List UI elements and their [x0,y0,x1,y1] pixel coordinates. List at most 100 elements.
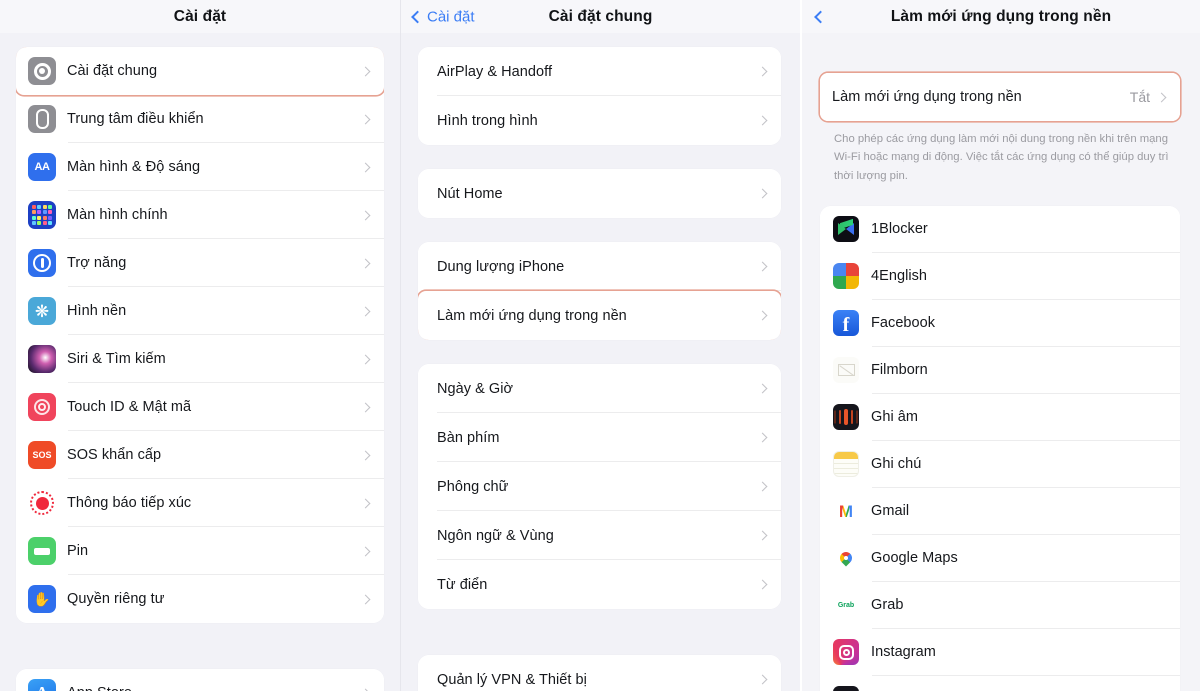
chevron-right-icon [360,450,371,460]
settings-row-label: App Store [67,685,362,691]
chevron-right-icon [360,594,371,604]
general-row-label: Nút Home [437,185,503,202]
back-button[interactable] [814,10,827,23]
general-row-label: Từ điển [437,576,488,593]
page-title: Làm mới ứng dụng trong nền [890,7,1112,25]
background-refresh-toggle-row[interactable]: Làm mới ứng dụng trong nền Tắt [820,73,1180,121]
general-row-background-app-refresh[interactable]: Làm mới ứng dụng trong nền [418,291,781,340]
notes-icon [833,451,859,478]
settings-row-home-screen[interactable]: Màn hình chính [16,191,384,239]
general-row-vpn-device-management[interactable]: Quản lý VPN & Thiết bị [418,655,781,691]
chevron-right-icon [757,432,768,443]
general-scroll-area[interactable]: AirPlay & Handoff Hình trong hình Nút Ho… [401,33,800,691]
chevron-right-icon [757,481,768,492]
settings-row-app-store[interactable]: App Store [16,669,384,691]
app-row-notes[interactable]: Ghi chú [820,440,1180,488]
settings-row-sos[interactable]: SOS SOS khẩn cấp [16,431,384,479]
settings-row-label: Cài đặt chung [67,63,158,79]
app-row-gmail[interactable]: Gmail [820,487,1180,535]
app-row-label: Ghi âm [871,409,919,426]
settings-pane: Cài đặt Cài đặt chung Trung tâm điều khi… [0,0,400,691]
app-row-label: Facebook [871,315,936,332]
general-row-label: Quản lý VPN & Thiết bị [437,671,587,688]
settings-row-accessibility[interactable]: Trợ năng [16,239,384,287]
google-maps-icon [833,545,859,572]
general-row-language-region[interactable]: Ngôn ngữ & Vùng [418,511,781,560]
general-navbar: Cài đặt Cài đặt chung [401,0,800,33]
app-row-instagram[interactable]: Instagram [820,628,1180,676]
settings-row-touch-id[interactable]: Touch ID & Mật mã [16,383,384,431]
wallpaper-icon [28,297,56,325]
facebook-icon [833,310,859,337]
settings-row-control-center[interactable]: Trung tâm điều khiển [16,95,384,143]
general-row-picture-in-picture[interactable]: Hình trong hình [418,96,781,145]
app-row-label: 1Blocker [871,221,928,238]
app-row-grab[interactable]: Grab Grab [820,581,1180,629]
app-row-filmborn[interactable]: Filmborn [820,346,1180,394]
general-row-iphone-storage[interactable]: Dung lượng iPhone [418,242,781,291]
settings-row-wallpaper[interactable]: Hình nền [16,287,384,335]
gear-icon [28,57,56,85]
chevron-right-icon [360,162,371,172]
app-row-partial[interactable] [820,675,1180,691]
general-row-fonts[interactable]: Phông chữ [418,462,781,511]
4english-icon [833,263,859,290]
voice-memos-icon [833,404,859,431]
app-row-facebook[interactable]: Facebook [820,299,1180,347]
settings-scroll-area[interactable]: Cài đặt chung Trung tâm điều khiển AA Mà… [0,33,400,691]
app-row-voice-memos[interactable]: Ghi âm [820,393,1180,441]
chevron-right-icon [1156,92,1167,102]
general-row-keyboard[interactable]: Bàn phím [418,413,781,462]
general-row-date-time[interactable]: Ngày & Giờ [418,364,781,413]
page-title: Cài đặt [173,7,227,25]
background-refresh-scroll-area[interactable]: Làm mới ứng dụng trong nền Tắt Cho phép … [802,33,1200,691]
settings-row-privacy[interactable]: Quyền riêng tư [16,575,384,623]
1blocker-icon [833,216,859,243]
general-row-label: Hình trong hình [437,112,538,129]
chevron-right-icon [360,210,371,220]
app-row-label: Gmail [871,503,910,520]
settings-row-label: Quyền riêng tư [67,591,165,607]
settings-row-general[interactable]: Cài đặt chung [16,47,384,95]
general-group-home-button: Nút Home [418,169,781,218]
settings-group-primary: Cài đặt chung Trung tâm điều khiển AA Mà… [16,47,384,623]
chevron-left-icon [814,10,827,23]
settings-row-siri-search[interactable]: Siri & Tìm kiếm [16,335,384,383]
settings-row-label: Thông báo tiếp xúc [67,495,192,511]
settings-row-label: Touch ID & Mật mã [67,399,192,415]
control-center-icon [28,105,56,133]
chevron-right-icon [757,579,768,590]
filmborn-icon [833,357,859,384]
instagram-icon [833,639,859,666]
general-row-dictionary[interactable]: Từ điển [418,560,781,609]
app-row-4english[interactable]: 4English [820,252,1180,300]
general-row-label: Dung lượng iPhone [437,258,565,275]
settings-row-display-brightness[interactable]: AA Màn hình & Độ sáng [16,143,384,191]
general-group-vpn: Quản lý VPN & Thiết bị [418,655,781,691]
display-brightness-icon: AA [28,153,56,181]
page-title: Cài đặt chung [548,7,653,25]
background-refresh-pane: Làm mới ứng dụng trong nền Làm mới ứng d… [800,0,1200,691]
settings-navbar: Cài đặt [0,0,400,33]
app-store-icon [28,679,56,691]
back-button[interactable]: Cài đặt [411,8,475,25]
gmail-icon [833,498,859,525]
settings-row-exposure-notification[interactable]: Thông báo tiếp xúc [16,479,384,527]
background-refresh-app-list: 1Blocker 4English Facebook [820,205,1180,691]
app-row-google-maps[interactable]: Google Maps [820,534,1180,582]
general-row-label: Ngôn ngữ & Vùng [437,527,554,544]
settings-group-store: App Store [16,669,384,691]
chevron-right-icon [360,306,371,316]
chevron-right-icon [757,115,768,126]
chevron-right-icon [757,66,768,77]
app-row-1blocker[interactable]: 1Blocker [820,205,1180,253]
settings-row-label: Trung tâm điều khiển [67,111,204,127]
general-row-home-button[interactable]: Nút Home [418,169,781,218]
settings-row-battery[interactable]: Pin [16,527,384,575]
general-row-label: AirPlay & Handoff [437,63,553,80]
chevron-right-icon [360,498,371,508]
background-refresh-toggle-value: Tắt [1129,89,1150,105]
general-row-airplay-handoff[interactable]: AirPlay & Handoff [418,47,781,96]
touch-id-icon [28,393,56,421]
settings-row-label: Màn hình & Độ sáng [67,159,201,175]
